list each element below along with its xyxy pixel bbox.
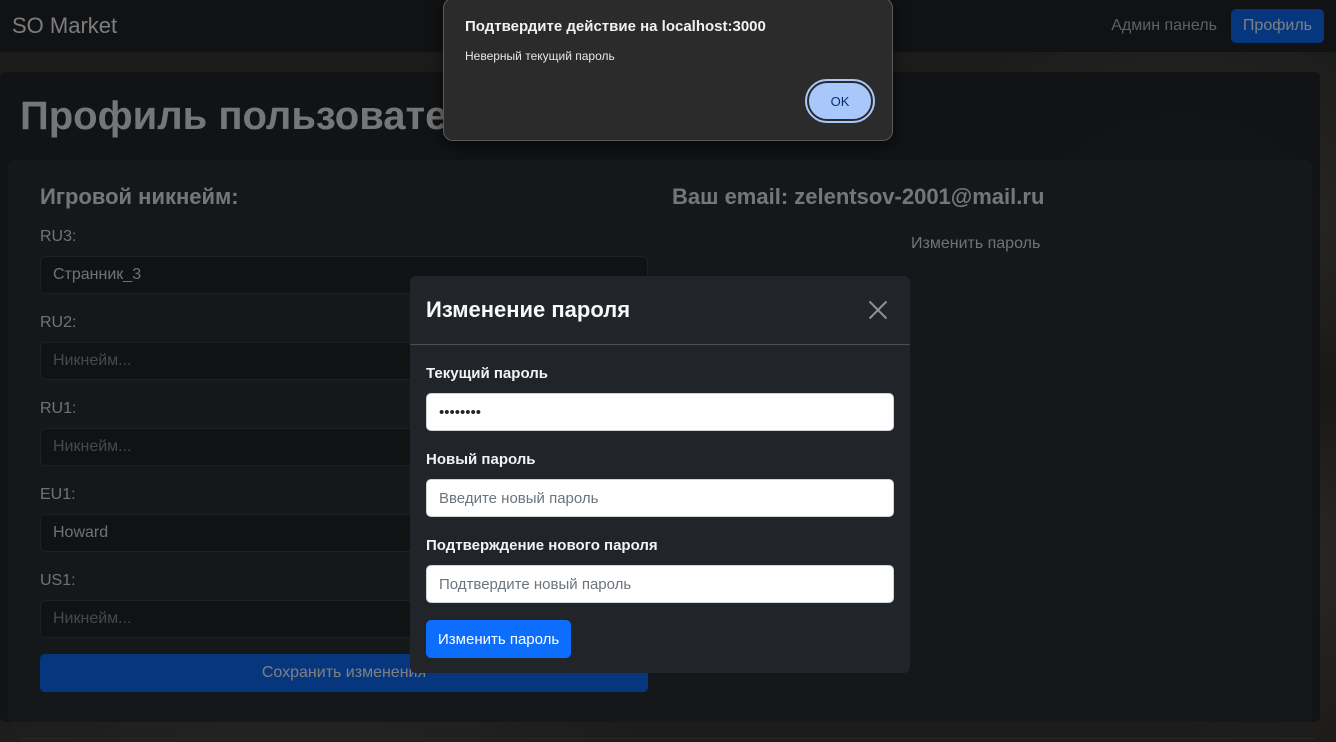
current-password-label: Текущий пароль [426,365,548,382]
confirm-password-input[interactable] [426,565,894,603]
browser-alert-dialog: Подтвердите действие на localhost:3000 Н… [443,0,893,141]
dialog-ok-button[interactable]: OK [805,79,875,123]
modal-title: Изменение пароля [426,297,631,322]
new-password-label: Новый пароль [426,451,536,468]
dialog-title: Подтвердите действие на localhost:3000 [465,18,766,35]
confirm-password-label: Подтверждение нового пароля [426,537,658,554]
change-password-button[interactable]: Изменить пароль [426,620,572,658]
change-password-modal: Изменение пароля Текущий пароль Новый па… [410,276,910,673]
modal-header: Изменение пароля [410,276,910,345]
close-icon[interactable] [868,300,888,320]
new-password-input[interactable] [426,479,894,517]
current-password-input[interactable] [426,393,894,431]
dialog-message: Неверный текущий пароль [465,49,615,63]
